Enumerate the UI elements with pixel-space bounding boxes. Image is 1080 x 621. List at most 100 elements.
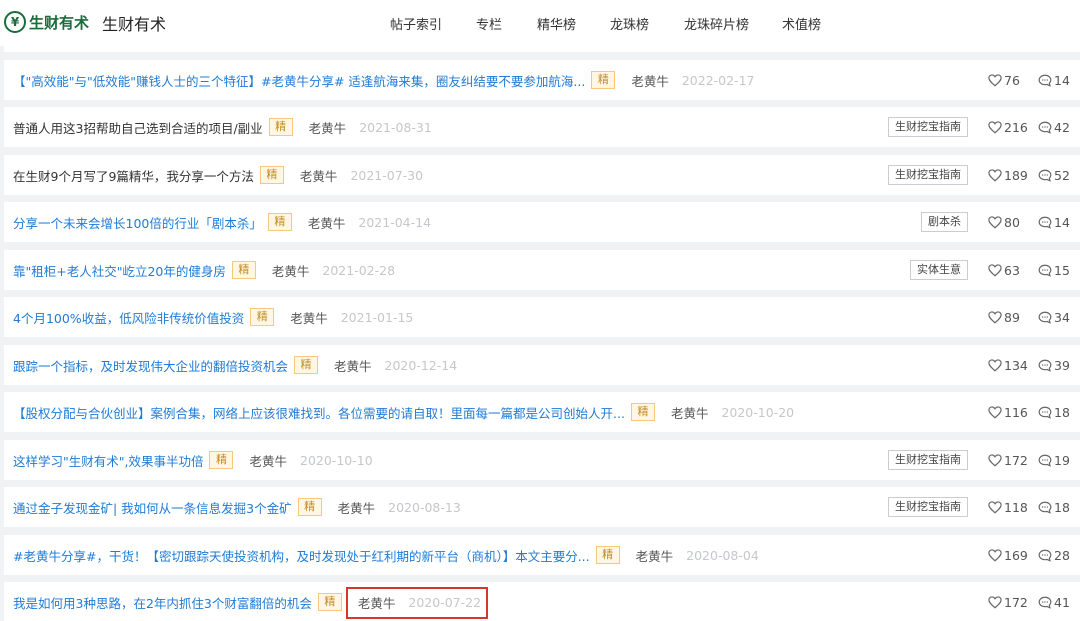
post-title[interactable]: 【股权分配与合伙创业】案例合集，网络上应该很难找到。各位需要的请自取！里面每一篇… bbox=[13, 403, 625, 422]
post-author[interactable]: 老黄牛 bbox=[334, 356, 372, 375]
post-row[interactable]: 分享一个未来会增长100倍的行业「剧本杀」 精 老黄牛 2021-04-14 剧… bbox=[4, 202, 1080, 242]
post-row[interactable]: 通过金子发现金矿| 我如何从一条信息发掘3个金矿 精 老黄牛 2020-08-1… bbox=[4, 487, 1080, 527]
comment-count[interactable]: 34 bbox=[1038, 310, 1078, 325]
post-row[interactable]: 【"高效能"与"低效能"赚钱人士的三个特征】#老黄牛分享# 适逢航海来集，圈友纠… bbox=[4, 60, 1080, 100]
post-author[interactable]: 老黄牛 bbox=[636, 546, 674, 565]
comment-icon bbox=[1038, 359, 1052, 372]
like-count[interactable]: 116 bbox=[988, 405, 1038, 420]
comment-count[interactable]: 19 bbox=[1038, 453, 1078, 468]
like-count-value: 118 bbox=[1004, 499, 1028, 515]
comment-count[interactable]: 15 bbox=[1038, 263, 1078, 278]
comment-count[interactable]: 42 bbox=[1038, 120, 1078, 135]
like-count-value: 63 bbox=[1004, 262, 1020, 278]
post-title[interactable]: 4个月100%收益，低风险非传统价值投资 bbox=[13, 308, 244, 327]
like-count-value: 216 bbox=[1004, 119, 1028, 135]
comment-count[interactable]: 52 bbox=[1038, 168, 1078, 183]
post-row[interactable]: 这样学习"生财有术",效果事半功倍 精 老黄牛 2020-10-10 生财挖宝指… bbox=[4, 440, 1080, 480]
post-title[interactable]: 靠"租柜+老人社交"屹立20年的健身房 bbox=[13, 261, 226, 280]
like-count[interactable]: 63 bbox=[988, 263, 1038, 278]
comment-count-value: 14 bbox=[1054, 72, 1070, 88]
like-count[interactable]: 216 bbox=[988, 120, 1038, 135]
nav-columns[interactable]: 专栏 bbox=[476, 14, 502, 33]
like-count[interactable]: 172 bbox=[988, 595, 1038, 610]
heart-icon bbox=[988, 500, 1002, 514]
essence-badge: 精 bbox=[268, 118, 293, 136]
post-title[interactable]: #老黄牛分享#，干货！【密切跟踪天使投资机构，及时发现处于红利期的新平台（商机）… bbox=[13, 546, 590, 565]
comment-count[interactable]: 18 bbox=[1038, 500, 1078, 515]
post-date: 2020-08-04 bbox=[686, 547, 759, 563]
post-title[interactable]: 普通人用这3招帮助自己选到合适的项目/副业 bbox=[13, 118, 263, 137]
post-row[interactable]: #老黄牛分享#，干货！【密切跟踪天使投资机构，及时发现处于红利期的新平台（商机）… bbox=[4, 535, 1080, 575]
like-count[interactable]: 134 bbox=[988, 358, 1038, 373]
post-tag[interactable]: 生财挖宝指南 bbox=[888, 165, 968, 185]
heart-icon bbox=[988, 595, 1002, 609]
comment-count-value: 39 bbox=[1054, 357, 1070, 373]
post-author[interactable]: 老黄牛 bbox=[249, 451, 287, 470]
post-title[interactable]: 【"高效能"与"低效能"赚钱人士的三个特征】#老黄牛分享# 适逢航海来集，圈友纠… bbox=[13, 71, 585, 90]
comment-icon bbox=[1038, 74, 1052, 87]
like-count[interactable]: 172 bbox=[988, 453, 1038, 468]
post-row[interactable]: 在生财9个月写了9篇精华，我分享一个方法 精 老黄牛 2021-07-30 生财… bbox=[4, 155, 1080, 195]
post-title[interactable]: 我是如何用3种思路，在2年内抓住3个财富翻倍的机会 bbox=[13, 593, 312, 612]
post-author[interactable]: 老黄牛 bbox=[309, 118, 347, 137]
like-count[interactable]: 80 bbox=[988, 215, 1038, 230]
post-tag[interactable]: 生财挖宝指南 bbox=[888, 497, 968, 517]
comment-count[interactable]: 41 bbox=[1038, 595, 1078, 610]
post-author[interactable]: 老黄牛 bbox=[290, 308, 328, 327]
post-date: 2021-01-15 bbox=[340, 309, 414, 325]
comment-count-value: 42 bbox=[1054, 119, 1070, 135]
like-count-value: 172 bbox=[1004, 594, 1028, 610]
like-count[interactable]: 169 bbox=[988, 548, 1038, 563]
essence-badge: 精 bbox=[294, 356, 319, 374]
post-title[interactable]: 通过金子发现金矿| 我如何从一条信息发掘3个金矿 bbox=[13, 498, 292, 517]
comment-count-value: 28 bbox=[1054, 547, 1070, 563]
post-row[interactable]: 靠"租柜+老人社交"屹立20年的健身房 精 老黄牛 2021-02-28 实体生… bbox=[4, 250, 1080, 290]
like-count[interactable]: 118 bbox=[988, 500, 1038, 515]
post-title[interactable]: 在生财9个月写了9篇精华，我分享一个方法 bbox=[13, 166, 254, 185]
post-title[interactable]: 跟踪一个指标，及时发现伟大企业的翻倍投资机会 bbox=[13, 356, 288, 375]
post-author[interactable]: 老黄牛 bbox=[272, 261, 310, 280]
essence-badge: 精 bbox=[209, 451, 234, 469]
like-count[interactable]: 189 bbox=[988, 168, 1038, 183]
nav-essence-rank[interactable]: 精华榜 bbox=[537, 14, 576, 33]
comment-count-value: 34 bbox=[1054, 309, 1070, 325]
post-row[interactable]: 普通人用这3招帮助自己选到合适的项目/副业 精 老黄牛 2021-08-31 生… bbox=[4, 107, 1080, 147]
post-author[interactable]: 老黄牛 bbox=[671, 403, 709, 422]
nav-dragonball-fragment-rank[interactable]: 龙珠碎片榜 bbox=[684, 14, 749, 33]
comment-count[interactable]: 28 bbox=[1038, 548, 1078, 563]
post-row[interactable]: 【股权分配与合伙创业】案例合集，网络上应该很难找到。各位需要的请自取！里面每一篇… bbox=[4, 392, 1080, 432]
comment-icon bbox=[1038, 406, 1052, 419]
post-tag[interactable]: 实体生意 bbox=[910, 260, 968, 280]
post-date: 2021-04-14 bbox=[358, 214, 432, 230]
post-author[interactable]: 老黄牛 bbox=[631, 71, 669, 90]
comment-count-value: 18 bbox=[1054, 404, 1070, 420]
post-row[interactable]: 4个月100%收益，低风险非传统价值投资 精 老黄牛 2021-01-15 89… bbox=[4, 297, 1080, 337]
nav-skill-value-rank[interactable]: 术值榜 bbox=[782, 14, 821, 33]
comment-count[interactable]: 14 bbox=[1038, 215, 1078, 230]
post-title[interactable]: 这样学习"生财有术",效果事半功倍 bbox=[13, 451, 203, 470]
comment-count[interactable]: 39 bbox=[1038, 358, 1078, 373]
highlight-annotation-box bbox=[346, 587, 488, 619]
post-tag[interactable]: 生财挖宝指南 bbox=[888, 117, 968, 137]
comment-count[interactable]: 18 bbox=[1038, 405, 1078, 420]
like-count[interactable]: 89 bbox=[988, 310, 1038, 325]
heart-icon bbox=[988, 453, 1002, 467]
post-tag[interactable]: 生财挖宝指南 bbox=[888, 450, 968, 470]
post-author[interactable]: 老黄牛 bbox=[338, 498, 376, 517]
post-author[interactable]: 老黄牛 bbox=[308, 213, 346, 232]
post-author[interactable]: 老黄牛 bbox=[300, 166, 338, 185]
essence-badge: 精 bbox=[250, 308, 275, 326]
post-row[interactable]: 跟踪一个指标，及时发现伟大企业的翻倍投资机会 精 老黄牛 2020-12-14 … bbox=[4, 345, 1080, 385]
nav-dragonball-rank[interactable]: 龙珠榜 bbox=[610, 14, 649, 33]
nav-post-index[interactable]: 帖子索引 bbox=[390, 14, 442, 33]
essence-badge: 精 bbox=[297, 498, 322, 516]
comment-icon bbox=[1038, 549, 1052, 562]
like-count-value: 189 bbox=[1004, 167, 1028, 183]
like-count[interactable]: 76 bbox=[988, 73, 1038, 88]
post-tag[interactable]: 剧本杀 bbox=[921, 212, 968, 232]
comment-count-value: 18 bbox=[1054, 499, 1070, 515]
post-title[interactable]: 分享一个未来会增长100倍的行业「剧本杀」 bbox=[13, 213, 262, 232]
comment-count[interactable]: 14 bbox=[1038, 73, 1078, 88]
post-row[interactable]: 我是如何用3种思路，在2年内抓住3个财富翻倍的机会 精 老黄牛 2020-07-… bbox=[4, 582, 1080, 621]
like-count-value: 116 bbox=[1004, 404, 1028, 420]
